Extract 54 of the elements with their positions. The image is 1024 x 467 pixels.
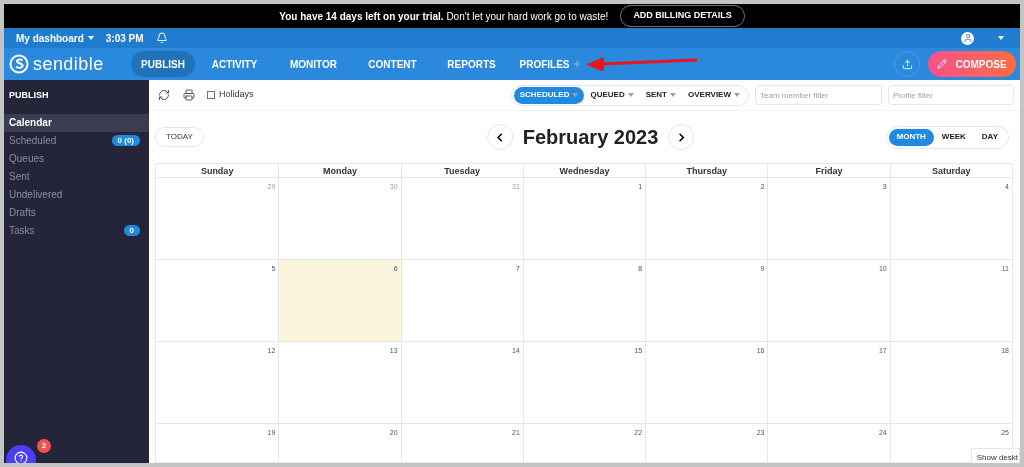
team-member-filter[interactable]: Team member filter xyxy=(755,85,882,105)
sidebar-item[interactable]: Calendar xyxy=(4,113,149,132)
bell-icon[interactable] xyxy=(155,32,168,44)
filter-tab[interactable]: OVERVIEW xyxy=(682,86,746,104)
nav-tab[interactable]: MONITOR xyxy=(274,51,353,77)
caret-icon xyxy=(572,93,579,97)
caret-icon xyxy=(670,93,676,97)
caret-icon xyxy=(627,93,634,97)
brand-name: sendible xyxy=(33,52,104,76)
weekday-header: Thursday xyxy=(645,164,768,178)
view-tab[interactable]: WEEK xyxy=(933,128,974,146)
profile-filter[interactable]: Profile filter xyxy=(888,85,1014,105)
nav-tab[interactable]: PUBLISH xyxy=(131,51,195,77)
weekday-header: Wednesday xyxy=(522,164,646,178)
print-icon[interactable] xyxy=(183,89,195,101)
nav-tab[interactable]: PROFILES xyxy=(511,51,590,77)
help-icon xyxy=(14,451,28,463)
notification-badge: 2 xyxy=(37,439,51,453)
trial-message: You have 14 days left on your trial. Don't let your hard work go to waste! xyxy=(279,9,609,24)
caret-icon xyxy=(998,36,1004,40)
sidebar-item[interactable]: Drafts xyxy=(4,203,149,222)
view-tab[interactable]: MONTH xyxy=(888,128,934,146)
tooltip: Show deskt xyxy=(970,448,1020,463)
logo-icon xyxy=(9,54,29,74)
weekday-header: Sunday xyxy=(199,165,235,178)
refresh-icon[interactable] xyxy=(158,89,170,101)
month-title: February 2023 xyxy=(522,125,659,150)
filter-tab[interactable]: SCHEDULED xyxy=(513,86,585,104)
view-tab[interactable]: DAY xyxy=(973,128,1006,146)
caret-icon xyxy=(734,93,740,97)
sidebar-item[interactable]: Sent xyxy=(4,167,149,186)
weekday-header: Friday xyxy=(767,164,890,178)
filter-tab[interactable]: SENT xyxy=(639,86,682,104)
count-badge: 0 (0) xyxy=(111,135,140,146)
upload-icon xyxy=(901,58,913,70)
filter-tab[interactable]: QUEUED xyxy=(584,86,640,104)
weekday-header: Tuesday xyxy=(400,164,523,178)
pencil-icon xyxy=(937,59,948,69)
nav-tab[interactable]: ACTIVITY xyxy=(195,51,274,77)
dashboard-dropdown[interactable]: My dashboard xyxy=(16,30,94,46)
sidebar-item[interactable]: Queues xyxy=(4,149,149,168)
sidebar-item[interactable]: Tasks 0 xyxy=(4,221,149,240)
clock-time: 3:03 PM xyxy=(105,31,144,46)
avatar-icon[interactable] xyxy=(961,31,974,45)
count-badge: 0 xyxy=(123,225,140,236)
sidebar-heading: PUBLISH xyxy=(8,89,50,102)
weekday-header: Monday xyxy=(278,164,401,178)
holidays-checkbox[interactable]: Holidays xyxy=(207,88,254,102)
weekday-header: Saturday xyxy=(889,164,1012,178)
nav-tab[interactable]: REPORTS xyxy=(432,51,511,77)
nav-tab[interactable]: CONTENT xyxy=(353,51,432,77)
caret-icon xyxy=(87,36,94,40)
sidebar-item[interactable]: Scheduled 0 (0) xyxy=(4,131,149,150)
sidebar-item[interactable]: Undelivered xyxy=(4,185,149,204)
